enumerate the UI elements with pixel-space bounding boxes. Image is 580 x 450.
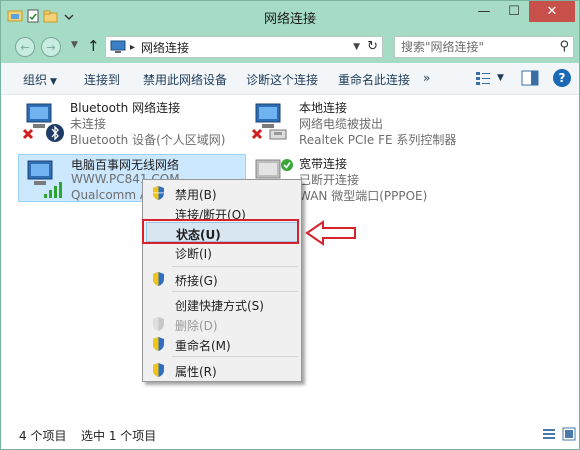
bluetooth-adapter-icon — [22, 103, 64, 142]
uac-shield-icon — [153, 186, 164, 200]
command-bar: 组织 ▼ 连接到 禁用此网络设备 诊断这个连接 重命名此连接 » ▼ ? — [1, 63, 579, 95]
change-view-icon[interactable] — [475, 70, 493, 86]
menu-item-label: 禁用(B) — [175, 188, 217, 202]
address-dropdown-icon[interactable]: ▼ — [353, 42, 360, 52]
menu-item-properties[interactable]: 属性(R) — [146, 360, 298, 380]
network-location-icon — [110, 40, 126, 53]
connection-name: 本地连接 — [299, 101, 348, 115]
maximize-button[interactable]: ☐ — [499, 1, 529, 22]
connection-name: 电脑百事网无线网络 — [71, 158, 180, 172]
menu-item-label: 重命名(M) — [175, 339, 231, 353]
connection-device: Bluetooth 设备(个人区域网) — [70, 133, 226, 147]
search-box[interactable]: ⚲ — [394, 36, 574, 58]
menu-item-bridge[interactable]: 桥接(G) — [146, 269, 298, 289]
search-icon[interactable]: ⚲ — [559, 39, 569, 54]
diagnose-connection-button[interactable]: 诊断这个连接 — [246, 71, 318, 88]
ethernet-adapter-icon — [251, 103, 287, 140]
address-bar[interactable]: ▸ 网络连接 ▼ ↻ — [105, 36, 383, 58]
uac-shield-icon — [153, 272, 164, 286]
menu-item-label: 诊断(I) — [175, 247, 212, 261]
recent-locations-chevron-icon[interactable]: ▼ — [71, 40, 78, 50]
forward-button[interactable]: → — [41, 37, 61, 57]
menu-separator — [172, 266, 298, 267]
annotation-highlight-box — [142, 219, 299, 244]
wifi-adapter-icon — [27, 160, 62, 198]
view-dropdown-icon[interactable]: ▼ — [497, 73, 504, 83]
chevron-down-icon: ▼ — [50, 77, 57, 87]
organize-menu[interactable]: 组织 ▼ — [23, 71, 57, 88]
menu-item-label: 属性(R) — [175, 365, 217, 379]
menu-separator — [172, 356, 298, 357]
menu-item-diagnose[interactable]: 诊断(I) — [146, 242, 298, 262]
help-icon[interactable]: ? — [553, 69, 571, 87]
connection-device: WAN 微型端口(PPPOE) — [299, 189, 428, 203]
status-bar: 4 个项目 选中 1 个项目 — [1, 421, 579, 449]
refresh-button[interactable]: ↻ — [367, 39, 378, 54]
connection-device: Realtek PCIe FE 系列控制器 — [299, 133, 457, 147]
context-menu: 禁用(B) 连接/断开(O) 状态(U) 诊断(I) 桥接(G) 创建快捷方式(… — [142, 179, 302, 382]
menu-item-label: 创建快捷方式(S) — [175, 299, 264, 313]
connection-status: 已断开连接 — [299, 173, 360, 187]
menu-item-create-shortcut[interactable]: 创建快捷方式(S) — [146, 294, 298, 314]
disable-device-button[interactable]: 禁用此网络设备 — [143, 71, 227, 88]
menu-item-disable[interactable]: 禁用(B) — [146, 183, 298, 203]
connection-name: 宽带连接 — [299, 157, 348, 171]
uac-shield-icon — [153, 337, 164, 351]
connection-bluetooth[interactable]: Bluetooth 网络连接 未连接 Bluetooth 设备(个人区域网) — [18, 98, 246, 147]
close-button[interactable]: ✕ — [529, 1, 575, 22]
connect-to-button[interactable]: 连接到 — [84, 71, 120, 88]
back-button[interactable]: ← — [15, 37, 35, 57]
network-connections-window: 网络连接 — ☐ ✕ ← → ▼ ↑ ▸ 网络连接 ▼ ↻ ⚲ 组织▼ — [0, 0, 580, 450]
navigation-bar: ← → ▼ ↑ ▸ 网络连接 ▼ ↻ ⚲ — [1, 31, 579, 63]
menu-item-delete: 删除(D) — [146, 314, 298, 334]
rename-connection-button[interactable]: 重命名此连接 — [338, 71, 410, 88]
more-commands-button[interactable]: » — [423, 71, 430, 85]
breadcrumb-network-connections[interactable]: 网络连接 — [141, 39, 189, 56]
large-icons-view-icon[interactable] — [562, 427, 576, 441]
annotation-arrow-icon — [305, 220, 356, 246]
uac-shield-icon — [153, 317, 164, 331]
menu-item-label: 删除(D) — [175, 319, 218, 333]
connection-name: Bluetooth 网络连接 — [70, 101, 181, 115]
menu-item-rename[interactable]: 重命名(M) — [146, 334, 298, 354]
connection-local-area[interactable]: 本地连接 网络电缆被拔出 Realtek PCIe FE 系列控制器 — [247, 98, 475, 147]
menu-item-label: 桥接(G) — [175, 274, 218, 288]
title-bar: 网络连接 — ☐ ✕ — [1, 1, 579, 31]
connection-status: 网络电缆被拔出 — [299, 117, 384, 131]
organize-label: 组织 — [23, 73, 48, 87]
window-controls: — ☐ ✕ — [469, 1, 575, 22]
item-count: 4 个项目 — [19, 429, 67, 443]
connection-status: 未连接 — [70, 117, 107, 131]
up-button[interactable]: ↑ — [87, 37, 100, 55]
details-view-icon[interactable] — [542, 427, 556, 441]
minimize-button[interactable]: — — [469, 1, 499, 22]
uac-shield-icon — [153, 363, 164, 377]
selection-count: 选中 1 个项目 — [81, 429, 157, 443]
search-input[interactable] — [395, 37, 545, 57]
breadcrumb-separator[interactable]: ▸ — [130, 42, 135, 53]
menu-separator — [172, 291, 298, 292]
preview-pane-icon[interactable] — [521, 70, 539, 86]
